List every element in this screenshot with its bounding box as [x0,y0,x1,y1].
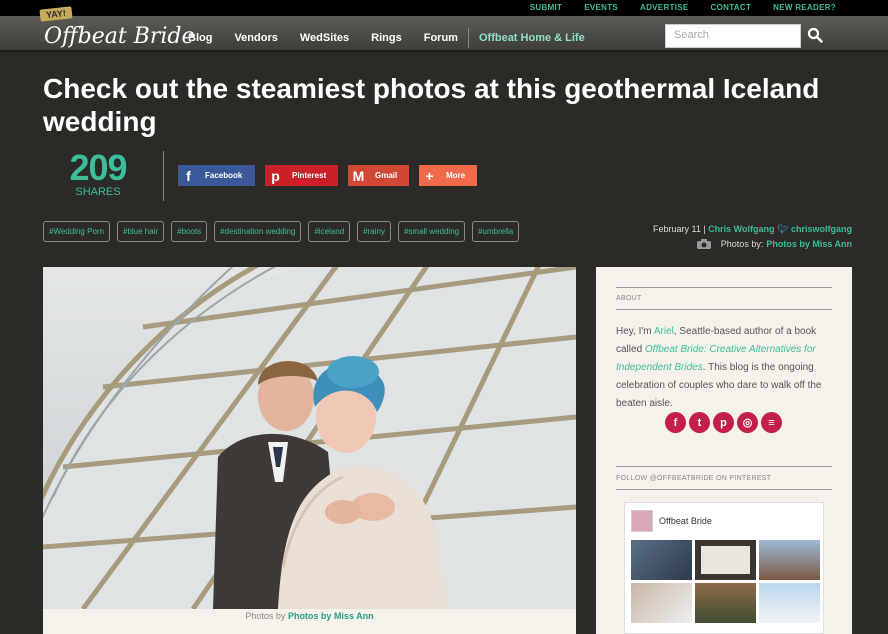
about-author-link[interactable]: Ariel [654,326,674,337]
more-share-button[interactable]: + More [419,165,477,186]
plus-icon: + [425,167,434,184]
photographer-link[interactable]: Photos by Miss Ann [766,239,852,249]
nav-item-forum[interactable]: Forum [424,32,458,44]
article-title: Check out the steamiest photos at this g… [43,73,820,137]
pinterest-profile[interactable]: Offbeat Bride [625,503,823,539]
new-reader-link[interactable]: NEW READER? [773,3,836,12]
social-icons: f t p ◎ ≡ [665,412,782,433]
nav-item-wedsites[interactable]: WedSites [300,32,349,44]
events-link[interactable]: EVENTS [584,3,618,12]
site-logo[interactable]: YAY! Offbeat Bride [38,6,195,50]
sidebar: ABOUT Hey, I'm Ariel, Seattle-based auth… [596,267,852,634]
wedding-photo-image [43,267,576,609]
utility-links: SUBMIT EVENTS ADVERTISE CONTACT NEW READ… [530,3,836,12]
avatar [631,510,653,532]
tag-item[interactable]: #small wedding [397,221,466,242]
photo-caption: Photos by Photos by Miss Ann [43,609,576,634]
facebook-icon: f [186,167,191,184]
tag-item[interactable]: #iceland [308,221,351,242]
caption-prefix: Photos by [245,611,286,621]
pinterest-heading: FOLLOW @OFFBEATBRIDE ON PINTEREST [616,475,772,482]
caption-photographer-link[interactable]: Photos by Miss Ann [288,611,374,621]
tag-item[interactable]: #blue hair [117,221,165,242]
share-count-number: 209 [69,147,127,188]
publish-date: February 11 [652,224,701,234]
sidebar-divider [616,489,832,490]
photos-by-label: Photos by: [720,239,764,249]
article-byline: February 11 | Chris Wolfgang 🐦︎ chriswol… [652,224,852,234]
pin-thumbnail[interactable] [759,583,820,623]
photo-credit: Photos by: Photos by Miss Ann [696,239,852,249]
pinterest-widget[interactable]: Offbeat Bride [624,502,824,634]
author-link[interactable]: Chris Wolfgang [708,224,774,234]
wedding-photo[interactable] [43,267,576,609]
submit-link[interactable]: SUBMIT [530,3,562,12]
share-count: 209 SHARES [64,147,132,199]
pin-thumbnail[interactable] [695,540,756,580]
tag-list: #Wedding Porn #blue hair #boots #destina… [43,221,520,242]
nav-item-vendors[interactable]: Vendors [234,32,277,44]
tag-item[interactable]: #destination wedding [214,221,302,242]
advertise-link[interactable]: ADVERTISE [640,3,689,12]
tag-item[interactable]: #boots [171,221,208,242]
nav-item-rings[interactable]: Rings [371,32,402,44]
pin-thumbnail[interactable] [631,583,692,623]
sidebar-divider [616,466,832,467]
instagram-icon[interactable]: ◎ [737,412,758,433]
pinterest-icon: p [271,167,280,184]
tag-item[interactable]: #Wedding Porn [43,221,110,242]
twitter-handle-link[interactable]: chriswolfgang [791,224,852,234]
rss-icon[interactable]: ≡ [761,412,782,433]
search-input[interactable]: Search [665,24,801,48]
pinterest-share-button[interactable]: p Pinterest [265,165,338,186]
pin-thumbnail[interactable] [695,583,756,623]
nav-divider [467,28,469,48]
top-utility-bar: SUBMIT EVENTS ADVERTISE CONTACT NEW READ… [0,0,888,16]
camera-icon [696,239,711,249]
pinterest-icon[interactable]: p [713,412,734,433]
tag-item[interactable]: #rainy [357,221,391,242]
logo-badge: YAY! [39,6,73,22]
search-icon[interactable] [807,27,823,43]
about-heading: ABOUT [616,295,642,302]
about-text: Hey, I'm Ariel, Seattle-based author of … [616,326,822,409]
sidebar-divider [616,309,832,310]
share-divider [163,151,164,201]
pinterest-pin-grid [631,540,820,623]
primary-nav: Blog Vendors WedSites Rings Forum Offbea… [188,28,607,48]
nav-item-blog[interactable]: Blog [188,32,212,44]
logo-wordmark: Offbeat Bride [44,24,195,49]
sidebar-divider [616,287,832,288]
gmail-share-button[interactable]: M Gmail [348,165,409,186]
contact-link[interactable]: CONTACT [711,3,752,12]
pin-thumbnail[interactable] [631,540,692,580]
pinterest-profile-name: Offbeat Bride [659,516,712,526]
pin-thumbnail[interactable] [759,540,820,580]
twitter-icon[interactable]: t [689,412,710,433]
facebook-share-button[interactable]: f Facebook [178,165,255,186]
gmail-icon: M [352,167,365,184]
nav-item-offbeat-home[interactable]: Offbeat Home & Life [479,32,585,44]
twitter-icon: 🐦︎ [777,224,789,234]
tag-item[interactable]: #umbrella [472,221,520,242]
facebook-icon[interactable]: f [665,412,686,433]
